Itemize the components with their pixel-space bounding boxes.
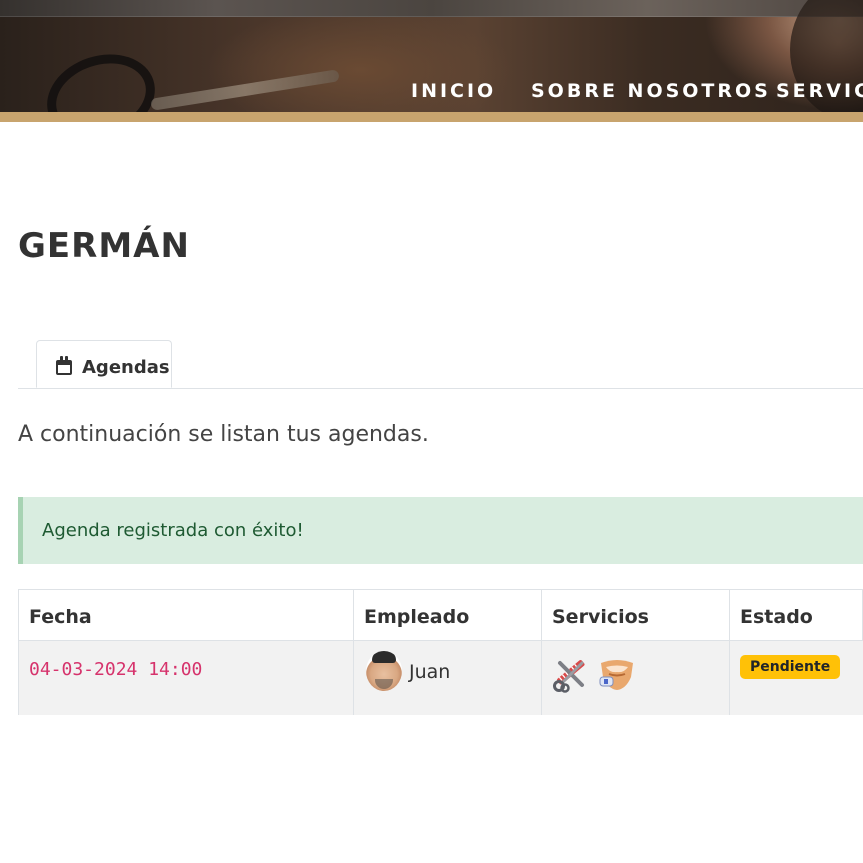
table-cell-estado: Pendiente bbox=[730, 641, 863, 715]
column-header-servicios: Servicios bbox=[542, 590, 730, 641]
calendar-icon bbox=[56, 356, 72, 375]
table-cell-fecha: 04-03-2024 14:00 bbox=[19, 641, 354, 715]
column-header-estado: Estado bbox=[730, 590, 863, 641]
accent-strip bbox=[0, 112, 863, 122]
status-badge: Pendiente bbox=[740, 655, 841, 679]
column-header-empleado: Empleado bbox=[354, 590, 542, 641]
beard-trim-icon bbox=[599, 660, 633, 690]
nav-item-sobre-nosotros[interactable]: SOBRE NOSOTROS bbox=[531, 80, 771, 102]
agenda-date: 04-03-2024 14:00 bbox=[29, 659, 203, 680]
alert-text: Agenda registrada con éxito! bbox=[42, 520, 304, 541]
nav-item-servicios[interactable]: SERVICIOS bbox=[776, 80, 863, 102]
tab-agendas[interactable]: Agendas bbox=[36, 340, 172, 388]
employee-name: Juan bbox=[409, 661, 451, 683]
employee-avatar bbox=[366, 651, 402, 691]
table-cell-empleado: Juan bbox=[354, 641, 542, 715]
tab-agendas-label: Agendas bbox=[82, 357, 170, 378]
success-alert: Agenda registrada con éxito! bbox=[18, 497, 863, 564]
intro-text: A continuación se listan tus agendas. bbox=[18, 422, 429, 447]
agendas-table: Fecha Empleado Servicios Estado 04-03-20… bbox=[18, 589, 863, 715]
top-bar bbox=[0, 0, 863, 17]
tabs-bar: Agendas bbox=[18, 340, 863, 389]
nav-item-inicio[interactable]: INICIO bbox=[411, 80, 496, 102]
haircut-scissors-comb-icon bbox=[553, 660, 585, 693]
table-cell-servicios bbox=[542, 641, 730, 715]
main-nav: INICIO SOBRE NOSOTROS SERVICIOS bbox=[0, 80, 863, 104]
page-title: GERMÁN bbox=[18, 226, 190, 266]
hero-header: INICIO SOBRE NOSOTROS SERVICIOS bbox=[0, 0, 863, 112]
column-header-fecha: Fecha bbox=[19, 590, 354, 641]
